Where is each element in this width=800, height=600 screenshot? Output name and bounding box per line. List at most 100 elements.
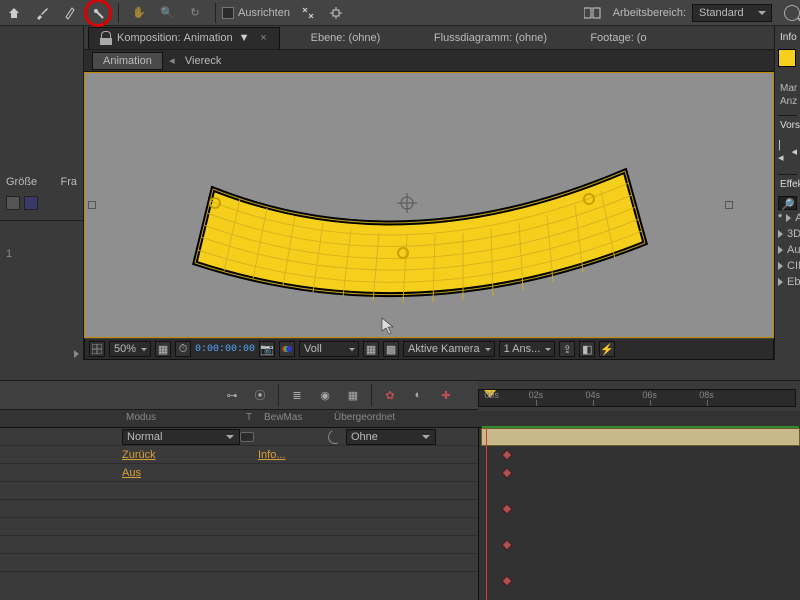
info-header[interactable]: Info <box>778 32 797 43</box>
pickwhip-icon[interactable] <box>326 428 344 446</box>
brush-icon[interactable] <box>30 3 54 23</box>
work-area-bar[interactable] <box>482 426 799 428</box>
keyframe-icon[interactable] <box>501 503 512 514</box>
cursor-icon <box>381 317 397 337</box>
tab-layer[interactable]: Ebene: (ohne) <box>280 27 410 49</box>
mode-dropdown[interactable]: Normal <box>122 429 240 445</box>
guides-icon[interactable]: ▦ <box>363 341 379 357</box>
breadcrumb-active[interactable]: Animation <box>92 52 163 70</box>
hand-icon[interactable]: ✋ <box>127 3 151 23</box>
search-icon[interactable] <box>784 5 800 21</box>
snapshot-icon[interactable]: 📷 <box>259 341 275 357</box>
mask-icon[interactable]: ▩ <box>383 341 399 357</box>
views-dropdown[interactable]: 1 Ans... <box>499 341 556 357</box>
workspace-value: Standard <box>699 7 744 19</box>
channels-icon[interactable] <box>279 341 295 357</box>
right-panels: Info Mario Anz Vors |◂ ◂ Effekte 🔎 *Ans 3… <box>774 26 800 360</box>
link-info[interactable]: Info... <box>258 449 286 461</box>
col-framerate: Fra <box>61 176 78 188</box>
col-bewmas: BewMas <box>258 410 328 427</box>
tab-composition[interactable]: Komposition: Animation ▼ × <box>88 27 280 49</box>
tick-label: 06s <box>642 390 657 400</box>
composition-viewport[interactable] <box>84 72 774 338</box>
zoom-icon[interactable]: 🔍 <box>155 3 179 23</box>
snap-target-icon[interactable] <box>324 3 348 23</box>
brain-icon[interactable]: ✿ <box>380 385 400 405</box>
project-panel-strip: Größe Fra 1 <box>0 26 84 360</box>
motion-blur-icon[interactable]: ◉ <box>315 385 335 405</box>
expand-icon[interactable] <box>74 350 79 358</box>
keyframe-icon[interactable] <box>501 539 512 550</box>
keyframe-icon[interactable] <box>501 575 512 586</box>
frame-blend-icon[interactable]: ⦿ <box>250 385 270 405</box>
tick-label: 02s <box>529 390 544 400</box>
col-size: Größe <box>6 176 37 188</box>
lock-icon <box>99 31 113 45</box>
pen-icon[interactable] <box>58 3 82 23</box>
parent-dropdown[interactable]: Ohne <box>346 429 436 445</box>
time-ruler[interactable]: 00s 02s 04s 06s 08s <box>478 389 796 407</box>
workspace-dropdown[interactable]: Standard <box>692 4 772 22</box>
workspace-icon[interactable] <box>581 3 605 23</box>
fast-preview-icon[interactable]: ⚡ <box>599 341 615 357</box>
align-checkbox[interactable] <box>222 7 234 19</box>
puppet-pin-icon[interactable] <box>86 3 110 23</box>
home-icon[interactable] <box>2 3 26 23</box>
snap-icon[interactable] <box>296 3 320 23</box>
timecode-icon[interactable]: ⏱ <box>175 341 191 357</box>
col-parent: Übergeordnet <box>328 410 458 427</box>
effect-group[interactable]: CIN <box>778 258 797 274</box>
switch-icon[interactable]: ◐ <box>408 385 428 405</box>
effect-group[interactable]: Ebe <box>778 274 797 290</box>
share-icon[interactable]: ⇪ <box>559 341 575 357</box>
tab-footage[interactable]: Footage: (o <box>570 27 666 49</box>
bbox-handle-right[interactable] <box>725 201 733 209</box>
layers-icon[interactable]: ≣ <box>287 385 307 405</box>
camera-dropdown[interactable]: Aktive Kamera <box>403 341 495 357</box>
anz-label: Anz <box>778 96 797 107</box>
folder-icon[interactable] <box>6 196 20 210</box>
current-time-indicator-line[interactable] <box>486 428 487 600</box>
timeline-track-area[interactable] <box>478 428 800 600</box>
preview-header[interactable]: Vors <box>778 120 797 131</box>
column-headers: Größe Fra <box>0 172 83 192</box>
keyframe-icon[interactable] <box>501 449 512 460</box>
grid-icon[interactable] <box>89 341 105 357</box>
prev-frame-icon[interactable]: ◂ <box>792 145 798 158</box>
res-icon[interactable]: ▦ <box>155 341 171 357</box>
keyframe-icon[interactable] <box>501 467 512 478</box>
shy-icon[interactable]: ⊶ <box>222 385 242 405</box>
bbox-handle-left[interactable] <box>88 201 96 209</box>
warped-shape[interactable] <box>85 73 775 339</box>
chevron-left-icon[interactable]: ◂ <box>165 54 179 67</box>
rotate-icon[interactable]: ↻ <box>183 3 207 23</box>
effects-header[interactable]: Effekte <box>778 179 797 190</box>
col-trackmatte: T <box>240 410 258 427</box>
tab-comp-prefix: Komposition: <box>117 32 181 44</box>
trackmatte-toggle[interactable] <box>240 432 254 442</box>
link-aus[interactable]: Aus <box>122 467 141 479</box>
separator <box>118 3 119 23</box>
graph-icon[interactable]: ▦ <box>343 385 363 405</box>
breadcrumb: Animation ◂ Viereck <box>0 50 800 72</box>
effect-group[interactable]: Aud <box>778 242 797 258</box>
color-swatch[interactable] <box>778 49 796 67</box>
close-icon[interactable]: × <box>257 32 269 44</box>
zoom-dropdown[interactable]: 50% <box>109 341 151 357</box>
mario-label: Mario <box>778 83 797 94</box>
quality-dropdown[interactable]: Voll <box>299 341 359 357</box>
layer-duration-bar[interactable] <box>481 428 800 446</box>
tab-flowchart[interactable]: Flussdiagramm: (ohne) <box>410 27 570 49</box>
pixel-aspect-icon[interactable]: ◧ <box>579 341 595 357</box>
timeline-toolbar: ⊶ ⦿ ≣ ◉ ▦ ✿ ◐ ✚ 00s 02s 04s 06s 08s <box>0 380 800 410</box>
link-back[interactable]: Zurück <box>122 449 156 461</box>
breadcrumb-item[interactable]: Viereck <box>181 53 225 69</box>
add-icon[interactable]: ✚ <box>436 385 456 405</box>
effect-group[interactable]: *Ans <box>778 210 797 226</box>
align-label: Ausrichten <box>238 7 290 19</box>
flowchart-icon[interactable] <box>24 196 38 210</box>
separator <box>215 3 216 23</box>
first-frame-icon[interactable]: |◂ <box>778 139 784 164</box>
effect-group[interactable]: 3D- <box>778 226 797 242</box>
effects-search[interactable]: 🔎 <box>778 196 797 210</box>
